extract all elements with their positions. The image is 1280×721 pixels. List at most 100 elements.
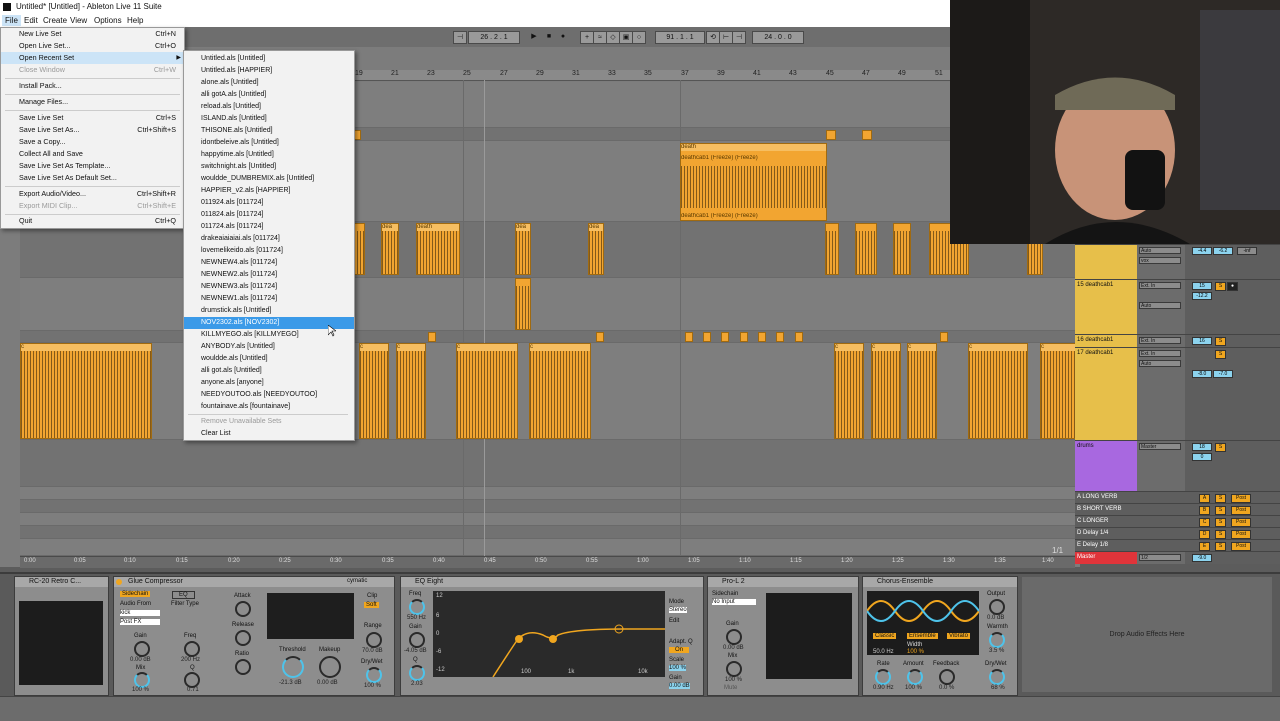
solo-button[interactable]: S bbox=[1215, 350, 1226, 359]
solo-button[interactable]: S bbox=[1215, 282, 1226, 291]
stop-icon[interactable]: ■ bbox=[543, 31, 555, 42]
time-ruler[interactable]: 0:00 0:05 0:10 0:15 0:20 0:25 0:30 0:35 … bbox=[20, 556, 1075, 568]
track-lane[interactable] bbox=[20, 278, 1075, 331]
recent-set-item[interactable]: switchnight.als [Untitled] bbox=[184, 161, 354, 173]
release-knob[interactable] bbox=[235, 630, 251, 646]
midi-clip[interactable] bbox=[740, 332, 748, 342]
solo-button[interactable]: S bbox=[1215, 494, 1226, 503]
track-name[interactable]: B SHORT VERB bbox=[1075, 504, 1137, 515]
sidechain-mix-knob[interactable] bbox=[134, 672, 150, 688]
track-volume[interactable]: 16 bbox=[1192, 337, 1212, 345]
midi-clip[interactable] bbox=[758, 332, 766, 342]
solo-button[interactable]: S bbox=[1215, 542, 1226, 551]
play-icon[interactable]: ▶ bbox=[528, 31, 540, 42]
recent-set-item[interactable]: 011924.als [011724] bbox=[184, 197, 354, 209]
track-volume[interactable]: 18 bbox=[1192, 443, 1212, 451]
audio-clip[interactable]: c bbox=[1040, 343, 1076, 439]
solo-button[interactable]: S bbox=[1215, 443, 1226, 452]
audio-clip[interactable]: dea bbox=[588, 223, 604, 275]
mode-ensemble[interactable]: Ensemble bbox=[907, 633, 938, 639]
recent-set-item[interactable]: Untitled.als [HAPPIER] bbox=[184, 65, 354, 77]
sidechain-q-knob[interactable] bbox=[184, 672, 200, 688]
menu-options[interactable]: Options bbox=[91, 15, 125, 26]
menu-item-close-window[interactable]: Close Window Ctrl+W bbox=[1, 64, 184, 76]
recent-set-item[interactable]: anyone.als [anyone] bbox=[184, 377, 354, 389]
record-icon[interactable]: ● bbox=[557, 31, 569, 42]
midi-clip[interactable] bbox=[940, 332, 948, 342]
solo-button[interactable]: S bbox=[1215, 518, 1226, 527]
audio-clip[interactable]: c bbox=[456, 343, 518, 439]
menu-item-open-recent-set[interactable]: Open Recent Set ▶ bbox=[1, 52, 184, 64]
audio-clip[interactable]: dea bbox=[381, 223, 399, 275]
recent-set-item[interactable]: Untitled.als [Untitled] bbox=[184, 53, 354, 65]
return-track[interactable]: A LONG VERB A S Post bbox=[1075, 491, 1280, 503]
power-icon[interactable] bbox=[116, 579, 122, 585]
track-name[interactable]: 15 deathcab1 bbox=[1075, 280, 1137, 334]
menu-item-manage-files[interactable]: Manage Files... bbox=[1, 96, 184, 108]
post-toggle[interactable]: Post bbox=[1231, 530, 1251, 539]
range-knob[interactable] bbox=[366, 632, 382, 648]
midi-clip[interactable] bbox=[721, 332, 729, 342]
monitor-auto[interactable]: Auto bbox=[1139, 360, 1181, 367]
audio-clip[interactable] bbox=[893, 223, 911, 275]
adapt-q-toggle[interactable]: On bbox=[669, 647, 690, 653]
recent-set-item[interactable]: 011724.als [011724] bbox=[184, 221, 354, 233]
menu-item-quit[interactable]: Quit Ctrl+Q bbox=[1, 215, 184, 227]
output-select[interactable]: Master bbox=[1139, 443, 1181, 450]
lfo-display[interactable]: Classic Ensemble Vibrato Width 100 % 50.… bbox=[866, 591, 980, 655]
post-toggle[interactable]: Post bbox=[1231, 506, 1251, 515]
input-select[interactable]: Ext. In bbox=[1139, 337, 1181, 344]
audio-clip[interactable] bbox=[825, 223, 839, 275]
monitor-auto[interactable]: Auto bbox=[1139, 247, 1181, 254]
track-volume[interactable]: 15 bbox=[1192, 282, 1212, 290]
output-gain-value[interactable]: 0.00 dB bbox=[669, 683, 690, 689]
audio-clip[interactable]: c bbox=[871, 343, 901, 439]
device-chorus-ensemble[interactable]: Chorus-Ensemble Classic Ensemble Vibrato… bbox=[862, 576, 1018, 696]
track-lane[interactable] bbox=[20, 539, 1075, 556]
menu-item-save-as-template[interactable]: Save Live Set As Template... bbox=[1, 160, 184, 172]
track-volume[interactable]: -8.0 bbox=[1192, 370, 1212, 378]
loop-start[interactable]: 91 . 1 . 1 bbox=[655, 31, 705, 44]
post-toggle[interactable]: Post bbox=[1231, 494, 1251, 503]
midi-clip[interactable] bbox=[826, 130, 836, 140]
recent-set-item[interactable]: ANYBODY.als [Untitled] bbox=[184, 341, 354, 353]
cue-out-select[interactable]: 1/2 bbox=[1139, 554, 1181, 561]
track-name[interactable]: 16 deathcab1 bbox=[1075, 335, 1137, 347]
session-record-icon[interactable]: ◇ bbox=[606, 31, 620, 44]
width-value[interactable]: 100 % bbox=[907, 649, 924, 655]
monitor-auto[interactable]: Auto bbox=[1139, 302, 1181, 309]
midi-clip[interactable] bbox=[428, 332, 436, 342]
recent-set-item[interactable]: happytime.als [Untitled] bbox=[184, 149, 354, 161]
input-select[interactable]: Ext. In bbox=[1139, 350, 1181, 357]
audio-clip[interactable] bbox=[515, 278, 531, 330]
sidechain-input-select[interactable]: No Input bbox=[712, 599, 756, 605]
audio-clip[interactable]: c bbox=[20, 343, 152, 439]
track-lane[interactable] bbox=[20, 440, 1075, 487]
track-volume[interactable]: -4.4 bbox=[1192, 247, 1212, 255]
feedback-knob[interactable] bbox=[939, 669, 955, 685]
loop-switch-icon[interactable]: ⟲ bbox=[706, 31, 720, 44]
track-lane[interactable] bbox=[20, 331, 1075, 343]
overdub-icon[interactable]: + bbox=[580, 31, 594, 44]
recent-set-item[interactable]: 011824.als [011724] bbox=[184, 209, 354, 221]
menu-item-clear-list[interactable]: Clear List bbox=[184, 428, 354, 440]
track-name[interactable] bbox=[1075, 245, 1137, 279]
menu-item-export-midi-clip[interactable]: Export MIDI Clip... Ctrl+Shift+E bbox=[1, 200, 184, 212]
loop-length[interactable]: 24 . 0 . 0 bbox=[752, 31, 804, 44]
sidechain-toggle[interactable]: Sidechain bbox=[120, 591, 151, 597]
mixer-track[interactable]: 16 deathcab1 Ext. In 16 S bbox=[1075, 334, 1280, 347]
midi-clip[interactable] bbox=[703, 332, 711, 342]
threshold-knob[interactable] bbox=[282, 656, 304, 678]
track-lane[interactable] bbox=[20, 526, 1075, 539]
track-name[interactable]: Master bbox=[1075, 552, 1137, 564]
recent-set-item[interactable]: NEWNEW3.als [011724] bbox=[184, 281, 354, 293]
return-track[interactable]: E Delay 1/8 E S Post bbox=[1075, 539, 1280, 551]
recent-set-item[interactable]: lovemelikeido.als [011724] bbox=[184, 245, 354, 257]
drywet-knob[interactable] bbox=[989, 669, 1005, 685]
recent-set-item[interactable]: alli got.als [Untitled] bbox=[184, 365, 354, 377]
menu-edit[interactable]: Edit bbox=[21, 15, 41, 26]
return-track[interactable]: C LONGER C S Post bbox=[1075, 515, 1280, 527]
audio-clip[interactable]: c bbox=[907, 343, 937, 439]
recent-set-item[interactable]: drumstick.als [Untitled] bbox=[184, 305, 354, 317]
attack-knob[interactable] bbox=[235, 601, 251, 617]
